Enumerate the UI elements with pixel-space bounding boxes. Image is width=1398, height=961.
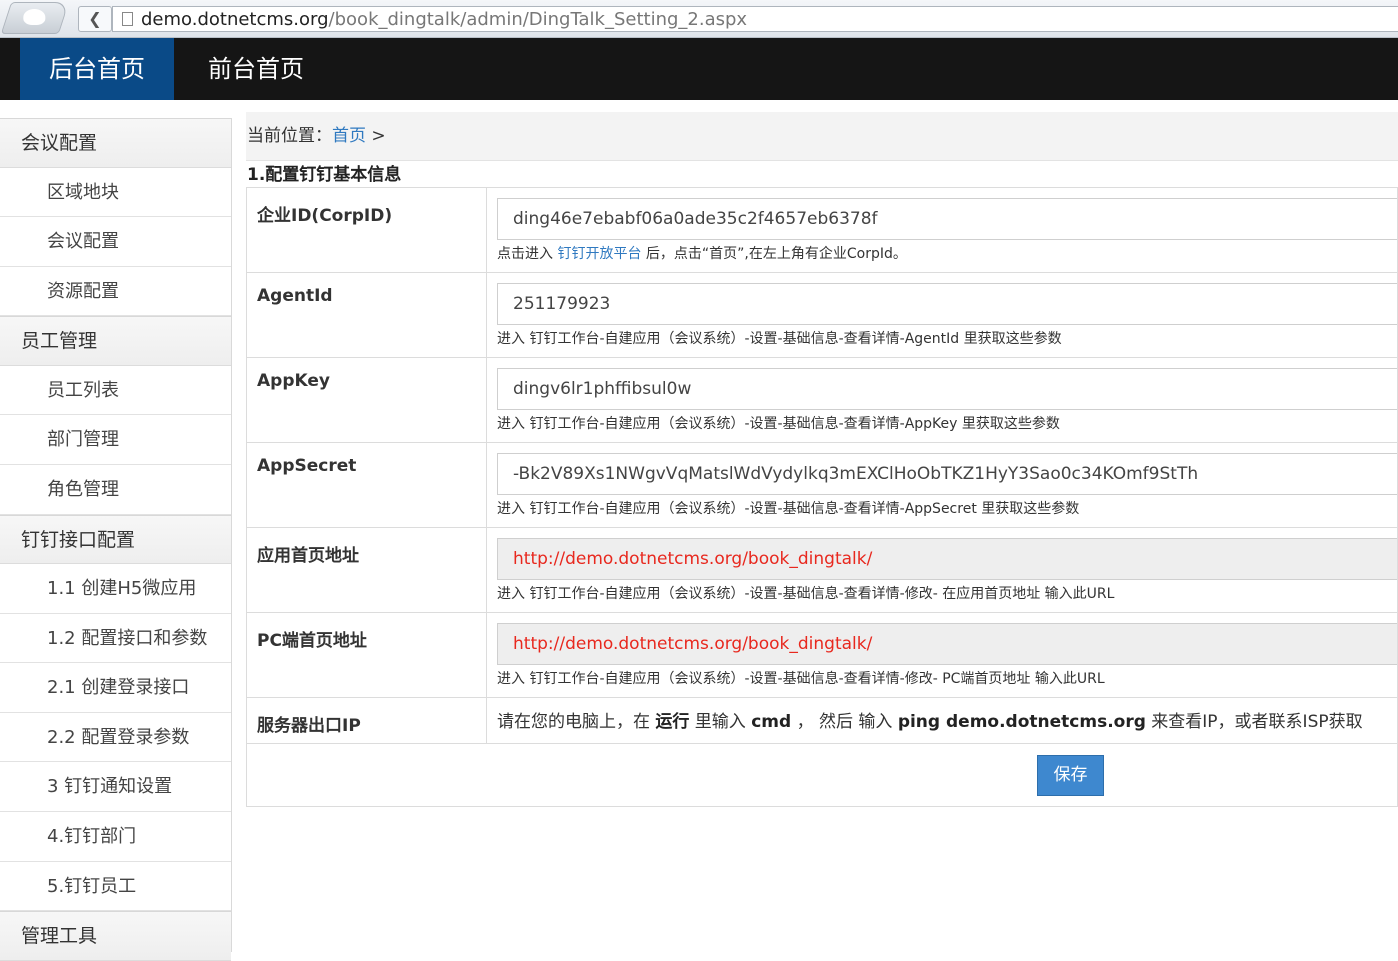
field-label: 企业ID(CorpID) [246,187,487,273]
corpid-input[interactable]: ding46e7ebabf06a0ade35c2f4657eb6378f [497,198,1397,240]
form-row-server-ip: 服务器出口IP 请在您的电脑上，在 运行 里输入 cmd ， 然后 输入 pin… [246,697,1398,744]
sidebar-group-meeting[interactable]: 会议配置 [0,118,231,168]
save-button[interactable]: 保存 [1037,755,1104,796]
form-row-app-home-url: 应用首页地址 http://demo.dotnetcms.org/book_di… [246,527,1398,613]
hint-text: 后，点击“首页”,在左上角有企业CorpId。 [641,246,907,262]
breadcrumb-prefix: 当前位置： [247,126,332,146]
field-label: PC端首页地址 [246,612,487,698]
section-title: 1.配置钉钉基本信息 [247,165,402,185]
pc-home-url-input[interactable]: http://demo.dotnetcms.org/book_dingtalk/ [497,623,1397,665]
hint-text: 点击进入 [497,246,558,262]
form-row-corpid: 企业ID(CorpID) ding46e7ebabf06a0ade35c2f46… [246,187,1398,273]
sidebar-item-ding-dept[interactable]: 4.钉钉部门 [0,812,231,862]
breadcrumb-home-link[interactable]: 首页 [332,126,366,146]
field-hint: 点击进入 钉钉开放平台 后，点击“首页”,在左上角有企业CorpId。 [497,246,1397,263]
sidebar-item-staff-list[interactable]: 员工列表 [0,365,231,416]
nav-admin-home[interactable]: 后台首页 [20,38,174,100]
ip-text: 里输入 [689,712,752,732]
app-home-url-input[interactable]: http://demo.dotnetcms.org/book_dingtalk/ [497,538,1397,580]
form-row-appkey: AppKey dingv6lr1phffibsul0w 进入 钉钉工作台-自建应… [246,357,1398,443]
field-hint: 进入 钉钉工作台-自建应用（会议系统）-设置-基础信息-查看详情-修改- PC端… [497,671,1105,687]
field-hint: 进入 钉钉工作台-自建应用（会议系统）-设置-基础信息-查看详情-AppKey … [497,416,1060,432]
sidebar-item-create-h5[interactable]: 1.1 创建H5微应用 [0,564,231,614]
appkey-input[interactable]: dingv6lr1phffibsul0w [497,368,1397,410]
ip-text: ， 然后 输入 [791,712,898,732]
sidebar-group-tools[interactable]: 管理工具 [0,911,231,961]
top-navigation: 后台首页 前台首页 [0,38,1398,100]
sidebar-item-department[interactable]: 部门管理 [0,415,231,465]
sidebar-item-role[interactable]: 角色管理 [0,464,231,515]
form-row-appsecret: AppSecret -Bk2V89Xs1NWgvVqMatslWdVydylkq… [246,442,1398,528]
field-hint: 进入 钉钉工作台-自建应用（会议系统）-设置-基础信息-查看详情-修改- 在应用… [497,586,1115,602]
browser-chrome: ❮ demo.dotnetcms.org/book_dingtalk/admin… [0,0,1398,38]
browser-logo-icon[interactable] [0,2,70,34]
back-button[interactable]: ❮ [78,6,112,32]
actions-cell [246,743,1398,807]
breadcrumb: 当前位置：首页 > [246,112,1398,161]
field-label: AppSecret [246,442,487,528]
field-label: 服务器出口IP [246,697,487,744]
sidebar-group-dingtalk[interactable]: 钉钉接口配置 [0,514,231,565]
main-content: 当前位置：首页 > 1.配置钉钉基本信息 企业ID(CorpID) ding46… [246,112,1398,807]
ip-text: 来查看IP，或者联系ISP获取 [1145,712,1363,732]
nav-front-home[interactable]: 前台首页 [182,38,330,100]
appsecret-input[interactable]: -Bk2V89Xs1NWgvVqMatslWdVydylkq3mEXClHoOb… [497,453,1397,495]
field-hint: 进入 钉钉工作台-自建应用（会议系统）-设置-基础信息-查看详情-AppSecr… [497,501,1080,517]
form-row-pc-home-url: PC端首页地址 http://demo.dotnetcms.org/book_d… [246,612,1398,698]
form-row-agentid: AgentId 251179923 进入 钉钉工作台-自建应用（会议系统）-设置… [246,272,1398,358]
field-label: AppKey [246,357,487,443]
sidebar-item-area[interactable]: 区域地块 [0,167,231,218]
sidebar-item-meeting-config[interactable]: 会议配置 [0,217,231,267]
url-host: demo.dotnetcms.org [141,9,329,30]
settings-form: 企业ID(CorpID) ding46e7ebabf06a0ade35c2f46… [246,187,1398,807]
chevron-left-icon: ❮ [88,9,102,28]
field-hint: 进入 钉钉工作台-自建应用（会议系统）-设置-基础信息-查看详情-AgentId… [497,331,1062,347]
sidebar-group-staff[interactable]: 员工管理 [0,316,231,366]
ip-text: 请在您的电脑上，在 [497,712,656,732]
agentid-input[interactable]: 251179923 [497,283,1397,325]
ip-keyword: cmd [751,712,792,732]
sidebar-item-resource[interactable]: 资源配置 [0,266,231,317]
server-ip-instructions: 请在您的电脑上，在 运行 里输入 cmd ， 然后 输入 ping demo.d… [497,709,1397,734]
sidebar: 会议配置 区域地块 会议配置 资源配置 员工管理 员工列表 部门管理 角色管理 … [0,118,232,961]
ip-keyword: ping demo.dotnetcms.org [897,712,1146,732]
sidebar-item-config-api[interactable]: 1.2 配置接口和参数 [0,613,231,664]
dingtalk-open-platform-link[interactable]: 钉钉开放平台 [557,246,641,262]
field-label: AgentId [246,272,487,358]
address-bar[interactable]: demo.dotnetcms.org/book_dingtalk/admin/D… [112,6,1398,32]
sidebar-item-login-params[interactable]: 2.2 配置登录参数 [0,712,231,763]
sidebar-item-notify[interactable]: 3 钉钉通知设置 [0,762,231,813]
ip-keyword: 运行 [655,712,690,732]
breadcrumb-separator: > [366,126,386,146]
field-label: 应用首页地址 [246,527,487,613]
sidebar-item-ding-staff[interactable]: 5.钉钉员工 [0,861,231,912]
sidebar-item-create-login[interactable]: 2.1 创建登录接口 [0,663,231,713]
form-row-actions [246,743,1398,807]
url-path: /book_dingtalk/admin/DingTalk_Setting_2.… [328,9,748,30]
page-icon [122,12,133,26]
